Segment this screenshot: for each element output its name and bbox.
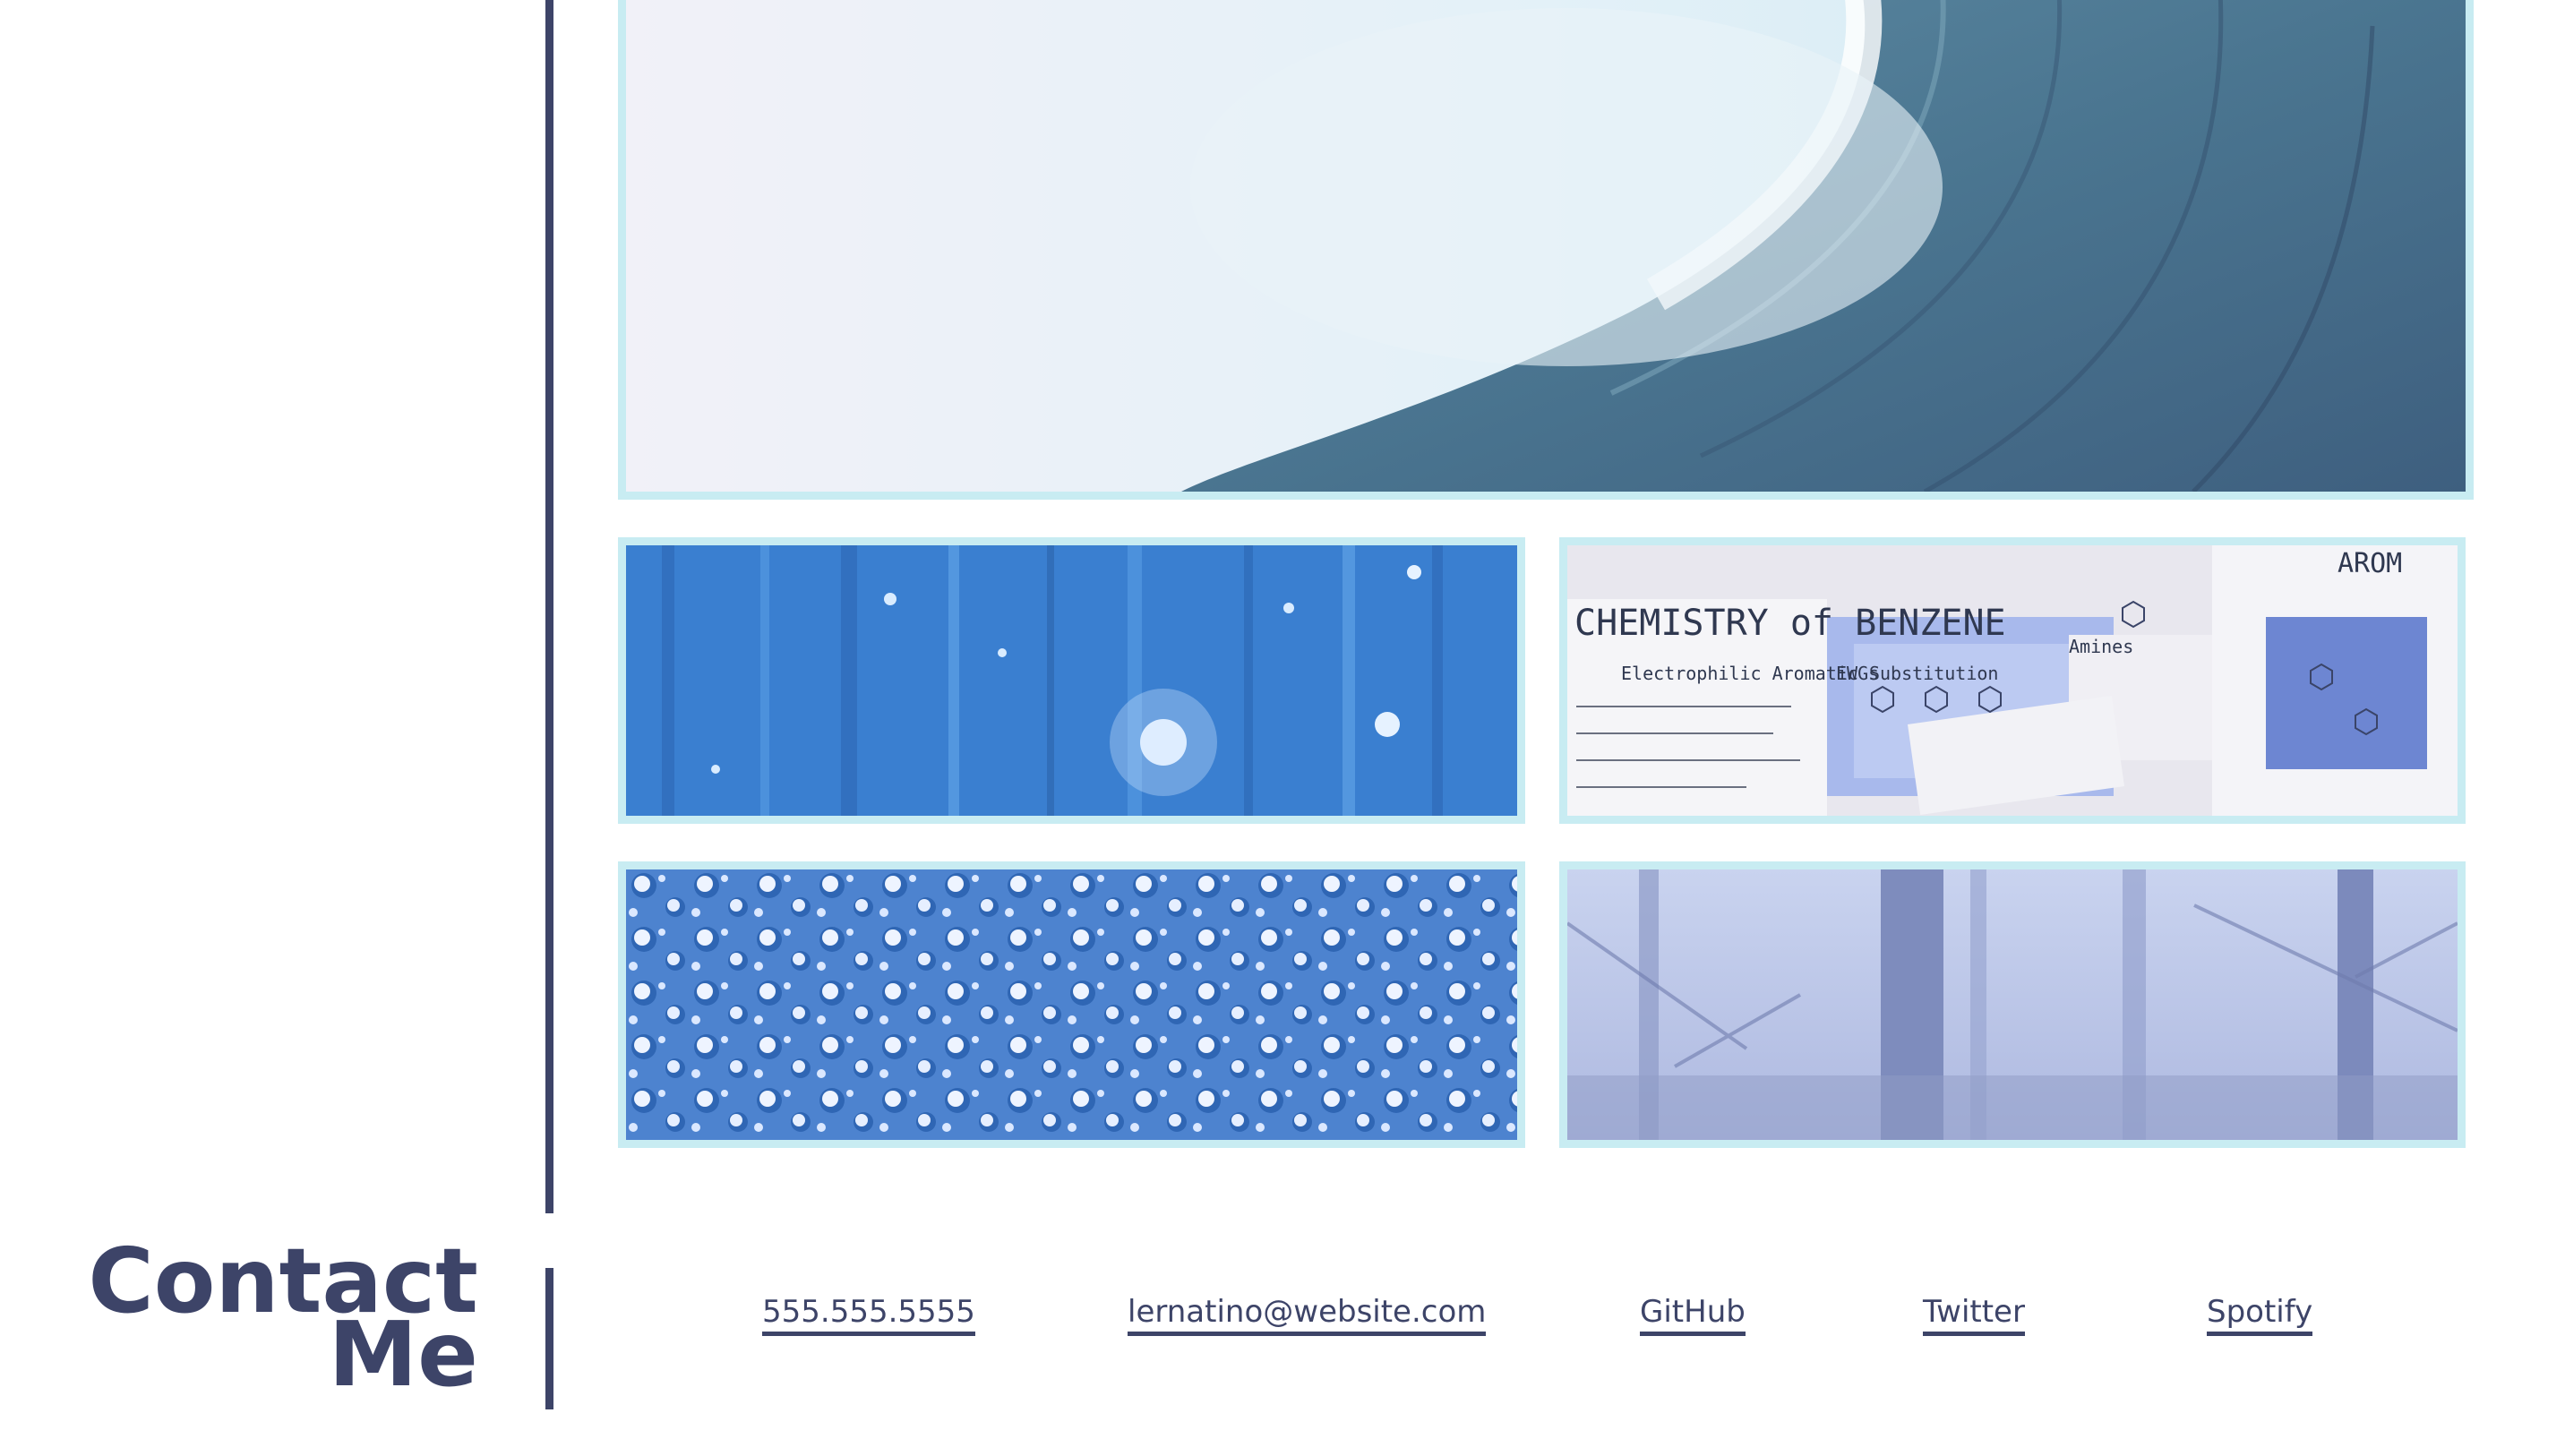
gallery-image-chemistry-notes: CHEMISTRY of BENZENE Electrophilic Aroma… [1559,537,2466,824]
notes-tag-amines: Amines [2069,636,2133,657]
notes-heading: CHEMISTRY of BENZENE [1574,603,2006,644]
hero-wave-image [618,0,2474,500]
notes-corner: AROM [2338,548,2402,579]
gallery-image-misty-forest [1559,861,2466,1148]
notes-tag-ewg: EWGs [1836,663,1879,684]
vertical-divider-top [545,0,553,1213]
phone-link[interactable]: 555.555.5555 [762,1294,975,1336]
gallery-image-light-streams [618,537,1525,824]
contact-links: 555.555.5555 lernatino@website.com GitHu… [0,1294,2565,1357]
github-link[interactable]: GitHub [1640,1294,1746,1336]
email-link[interactable]: lernatino@website.com [1128,1294,1487,1336]
gallery-image-water-droplets [618,861,1525,1148]
twitter-link[interactable]: Twitter [1923,1294,2025,1336]
notes-subheading: Electrophilic Aromatic Substitution [1621,663,1998,684]
spotify-link[interactable]: Spotify [2207,1294,2313,1336]
